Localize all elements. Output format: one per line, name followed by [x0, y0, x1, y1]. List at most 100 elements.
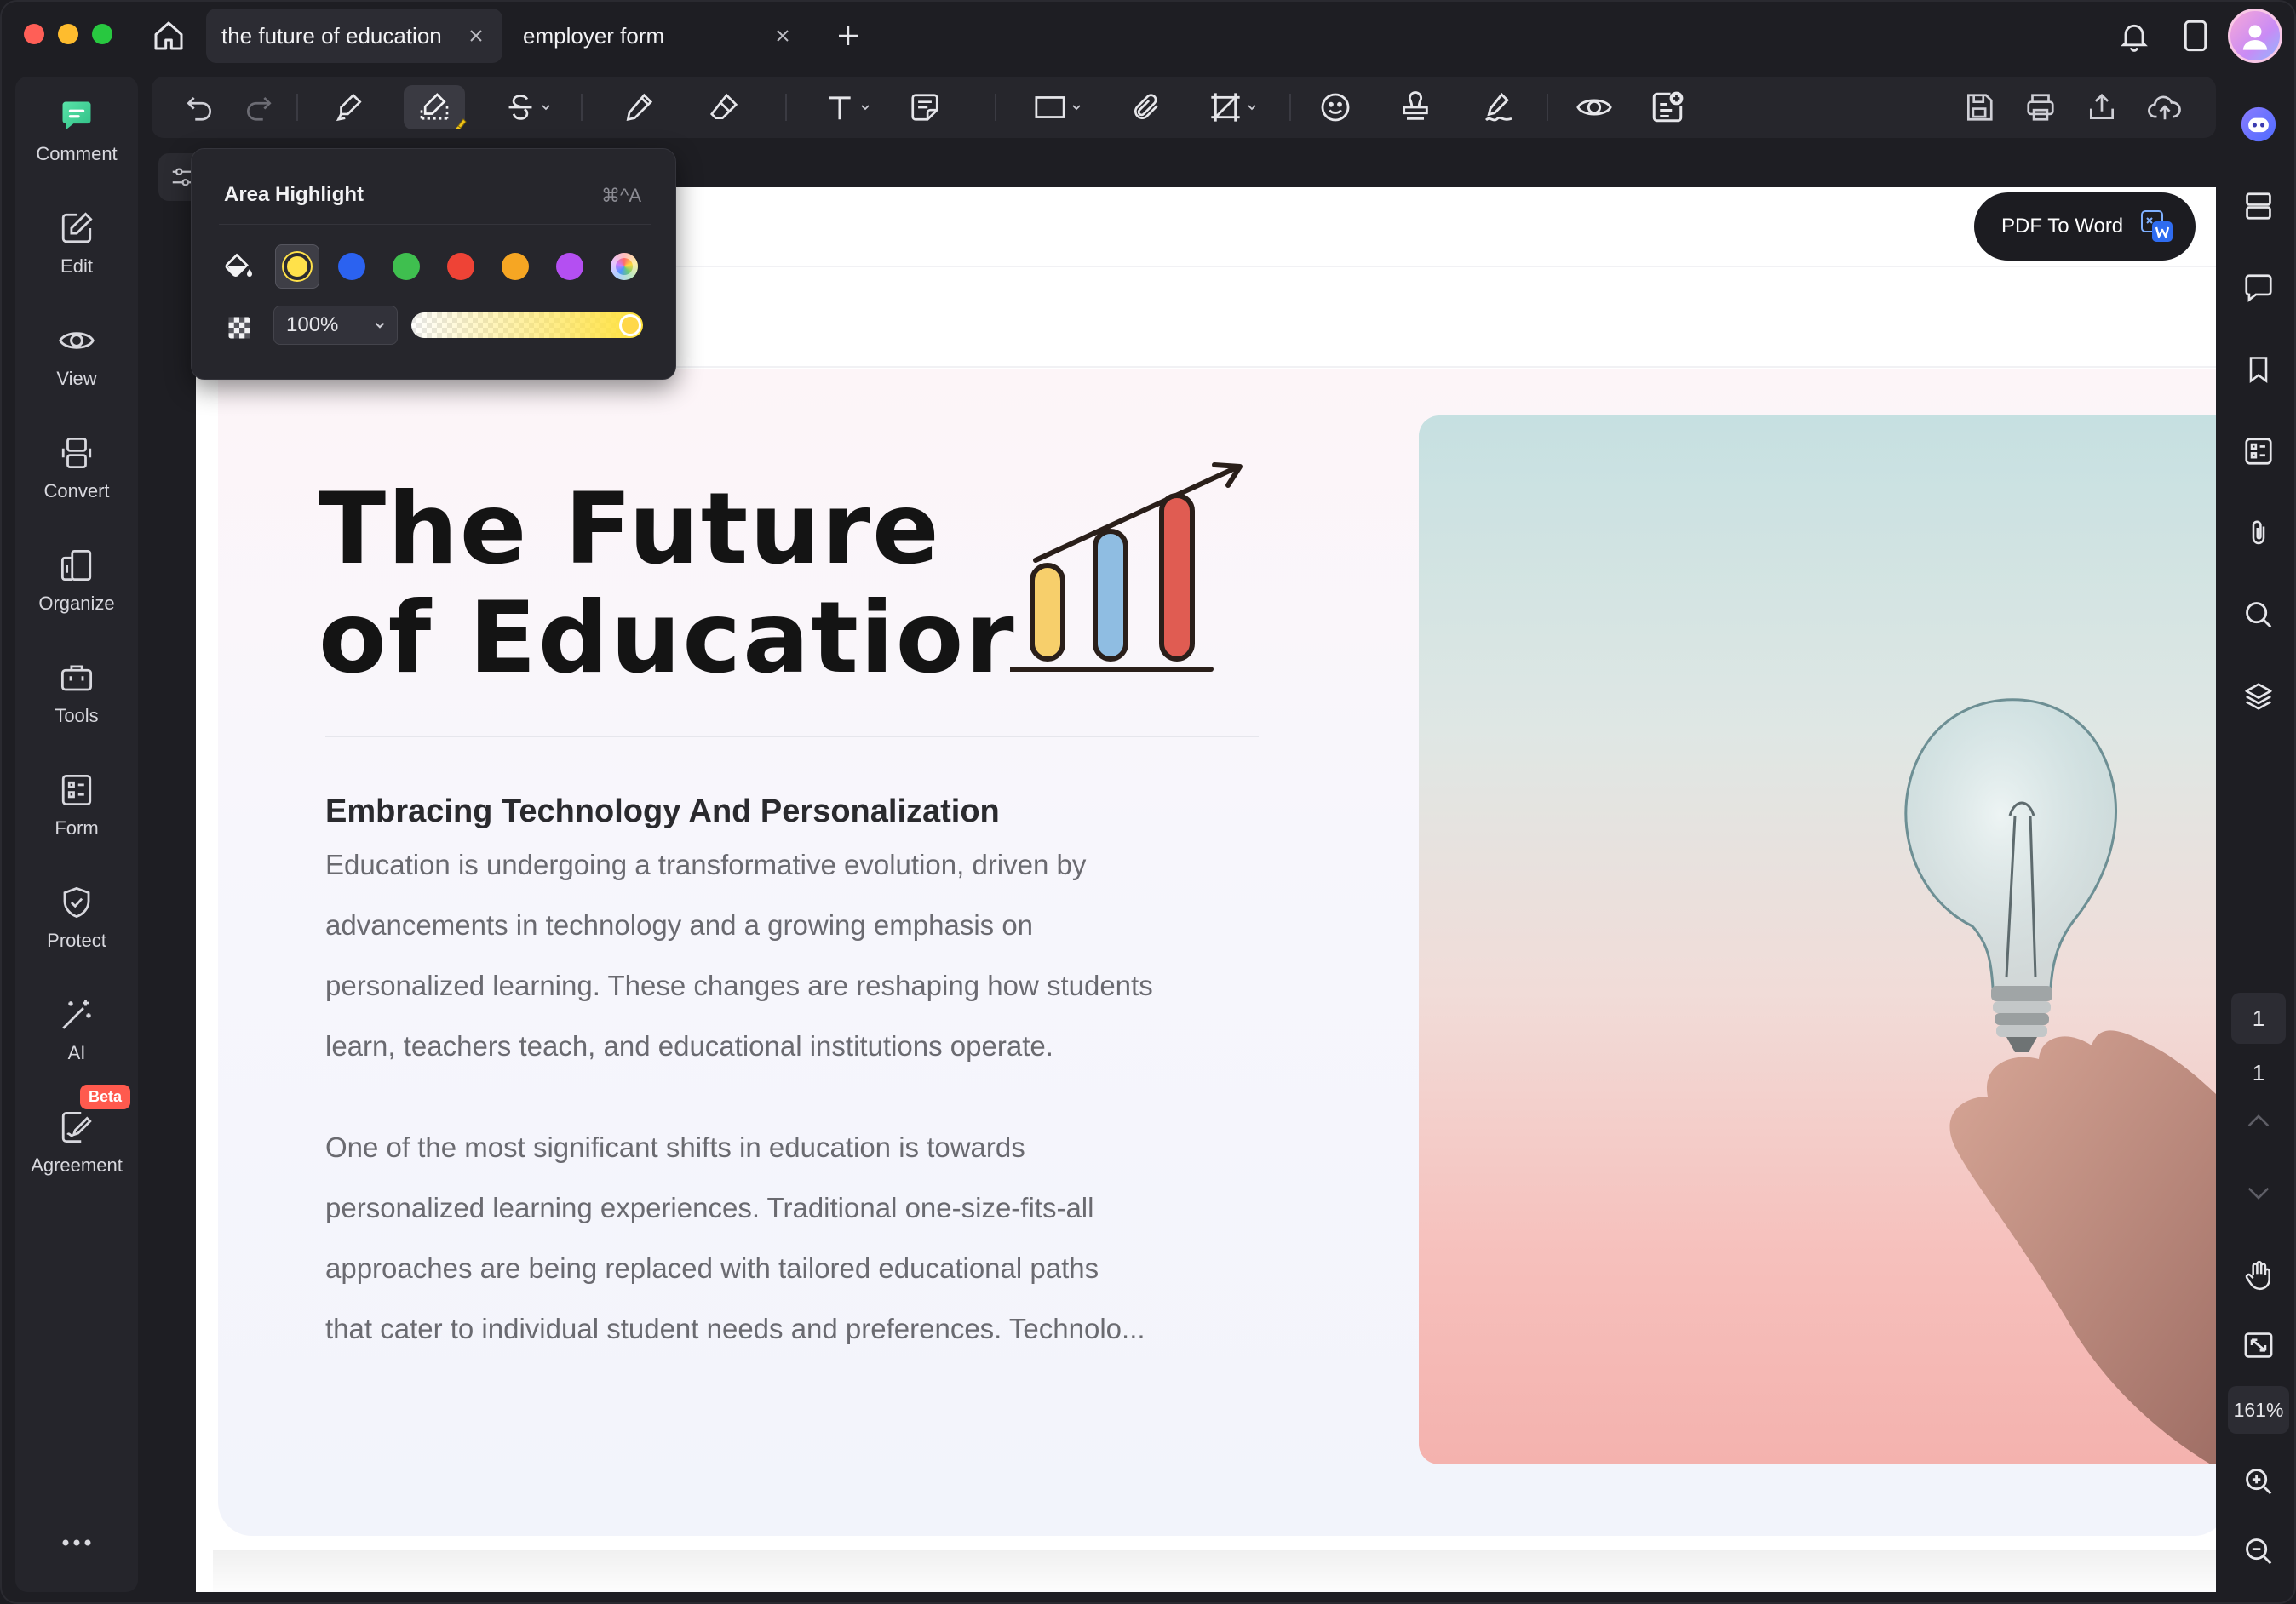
popup-title: Area Highlight	[224, 183, 364, 206]
zoom-level[interactable]: 161%	[2228, 1386, 2289, 1434]
signature-icon[interactable]	[1477, 85, 1521, 129]
app-window: the future of education employer form Co…	[0, 0, 2296, 1604]
layers-icon[interactable]	[2224, 673, 2293, 720]
annotation-toolbar	[152, 77, 2216, 138]
strikethrough-tool[interactable]	[497, 85, 559, 129]
zoom-in-icon[interactable]	[2224, 1458, 2293, 1505]
sidebar-item-label: Form	[55, 817, 99, 839]
lightbulb-icon	[1904, 698, 2216, 1464]
hide-annotations-eye-icon[interactable]	[1569, 85, 1620, 129]
color-swatch-purple[interactable]	[556, 253, 583, 280]
crop-measure-tool[interactable]	[1199, 85, 1267, 129]
paragraph-line: personalized learning. These changes are…	[325, 970, 1153, 1001]
previous-page-chevron-up-icon[interactable]	[2224, 1098, 2293, 1146]
color-swatch-orange[interactable]	[502, 253, 529, 280]
fit-page-icon[interactable]	[2224, 1321, 2293, 1369]
sidebar-item-protect[interactable]: Protect	[15, 867, 138, 969]
attachment-paperclip-icon[interactable]	[1124, 85, 1168, 129]
sidebar-item-convert[interactable]: Convert	[15, 417, 138, 519]
paragraph-1: Education is undergoing a transformative…	[325, 834, 1271, 1076]
share-export-icon[interactable]	[2080, 85, 2124, 129]
word-document-icon	[2140, 209, 2174, 243]
hand-pan-icon[interactable]	[2224, 1252, 2293, 1299]
sticker-emoji-icon[interactable]	[1313, 85, 1358, 129]
minimize-window-button[interactable]	[58, 24, 78, 44]
opacity-value: 100%	[286, 313, 339, 336]
tab-label: employer form	[523, 22, 665, 49]
view-icon	[58, 322, 95, 359]
eraser-icon[interactable]	[702, 85, 746, 129]
sidebar-item-comment[interactable]: Comment	[15, 80, 138, 182]
attachments-panel-icon[interactable]	[2224, 509, 2293, 557]
comment-icon	[58, 97, 95, 135]
mobile-device-icon[interactable]	[2173, 14, 2218, 58]
opacity-slider[interactable]	[411, 312, 643, 338]
sidebar-item-view[interactable]: View	[15, 305, 138, 407]
sidebar-item-label: Protect	[47, 930, 106, 951]
redo-icon[interactable]	[237, 85, 281, 129]
paragraph-line: One of the most significant shifts in ed…	[325, 1131, 1025, 1163]
tab-the-future-of-education[interactable]: the future of education	[206, 9, 502, 63]
sidebar-item-form[interactable]: Form	[15, 754, 138, 856]
thumbnails-panel-icon[interactable]	[2224, 182, 2293, 230]
section-subheading: Embracing Technology And Personalization	[325, 793, 1000, 829]
sidebar-item-edit[interactable]: Edit	[15, 192, 138, 295]
search-icon[interactable]	[2224, 591, 2293, 639]
sidebar-item-organize[interactable]: Organize	[15, 530, 138, 632]
form-icon	[58, 771, 95, 809]
undo-icon[interactable]	[177, 85, 221, 129]
rectangle-shape-tool[interactable]	[1024, 85, 1092, 129]
comments-panel-icon[interactable]	[2224, 264, 2293, 312]
highlighter-icon[interactable]	[327, 85, 371, 129]
paragraph-line: learn, teachers teach, and educational i…	[325, 1030, 1053, 1062]
card-shadow	[213, 1550, 2216, 1592]
sidebar-item-label: AI	[67, 1042, 86, 1063]
current-page-number[interactable]: 1	[2231, 993, 2286, 1044]
maximize-window-button[interactable]	[92, 24, 112, 44]
bookmark-icon[interactable]	[2224, 346, 2293, 393]
sidebar-item-label: View	[56, 368, 97, 389]
pencil-icon[interactable]	[617, 85, 661, 129]
sidebar-item-tools[interactable]: Tools	[15, 642, 138, 744]
edit-icon	[58, 209, 95, 247]
home-icon[interactable]	[150, 17, 187, 54]
color-swatch-green[interactable]	[393, 253, 420, 280]
color-swatch-red[interactable]	[447, 253, 474, 280]
annotation-list-icon[interactable]	[1644, 85, 1691, 129]
paragraph-line: approaches are being replaced with tailo…	[325, 1252, 1099, 1284]
sticky-note-icon[interactable]	[903, 85, 947, 129]
color-swatch-blue[interactable]	[338, 253, 365, 280]
user-avatar[interactable]	[2228, 9, 2282, 63]
new-tab-plus-icon[interactable]	[829, 17, 867, 54]
sidebar-item-label: Edit	[60, 255, 93, 277]
agreement-icon	[58, 1108, 95, 1146]
ai-assistant-robot-icon[interactable]	[2224, 100, 2293, 148]
paint-bucket-icon	[222, 249, 256, 284]
sidebar-item-ai[interactable]: AI	[15, 979, 138, 1081]
zoom-out-icon[interactable]	[2224, 1527, 2293, 1575]
custom-color-picker[interactable]	[611, 253, 638, 280]
opacity-slider-thumb[interactable]	[619, 314, 641, 336]
title-line-2: of Educatior	[319, 581, 1016, 696]
total-pages: 1	[2252, 1059, 2265, 1086]
paragraph-line: Education is undergoing a transformative…	[325, 849, 1087, 880]
close-tab-icon[interactable]	[465, 25, 487, 47]
shield-icon	[58, 884, 95, 921]
color-swatch-yellow[interactable]	[284, 253, 311, 280]
pdf-to-word-button[interactable]: PDF To Word	[1974, 192, 2196, 261]
form-fields-panel-icon[interactable]	[2224, 427, 2293, 475]
tab-employer-form[interactable]: employer form	[508, 9, 809, 63]
stamp-icon[interactable]	[1393, 85, 1438, 129]
area-highlight-tool[interactable]	[404, 85, 467, 129]
text-tool[interactable]	[814, 85, 881, 129]
close-tab-icon[interactable]	[772, 25, 794, 47]
close-window-button[interactable]	[24, 24, 44, 44]
opacity-dropdown[interactable]: 100%	[273, 306, 398, 345]
convert-icon	[58, 434, 95, 472]
cloud-upload-icon[interactable]	[2141, 85, 2189, 129]
next-page-chevron-down-icon[interactable]	[2224, 1168, 2293, 1216]
more-options-icon[interactable]	[15, 1524, 138, 1561]
notification-bell-icon[interactable]	[2112, 14, 2156, 58]
print-icon[interactable]	[2018, 85, 2063, 129]
save-icon[interactable]	[1957, 85, 2001, 129]
